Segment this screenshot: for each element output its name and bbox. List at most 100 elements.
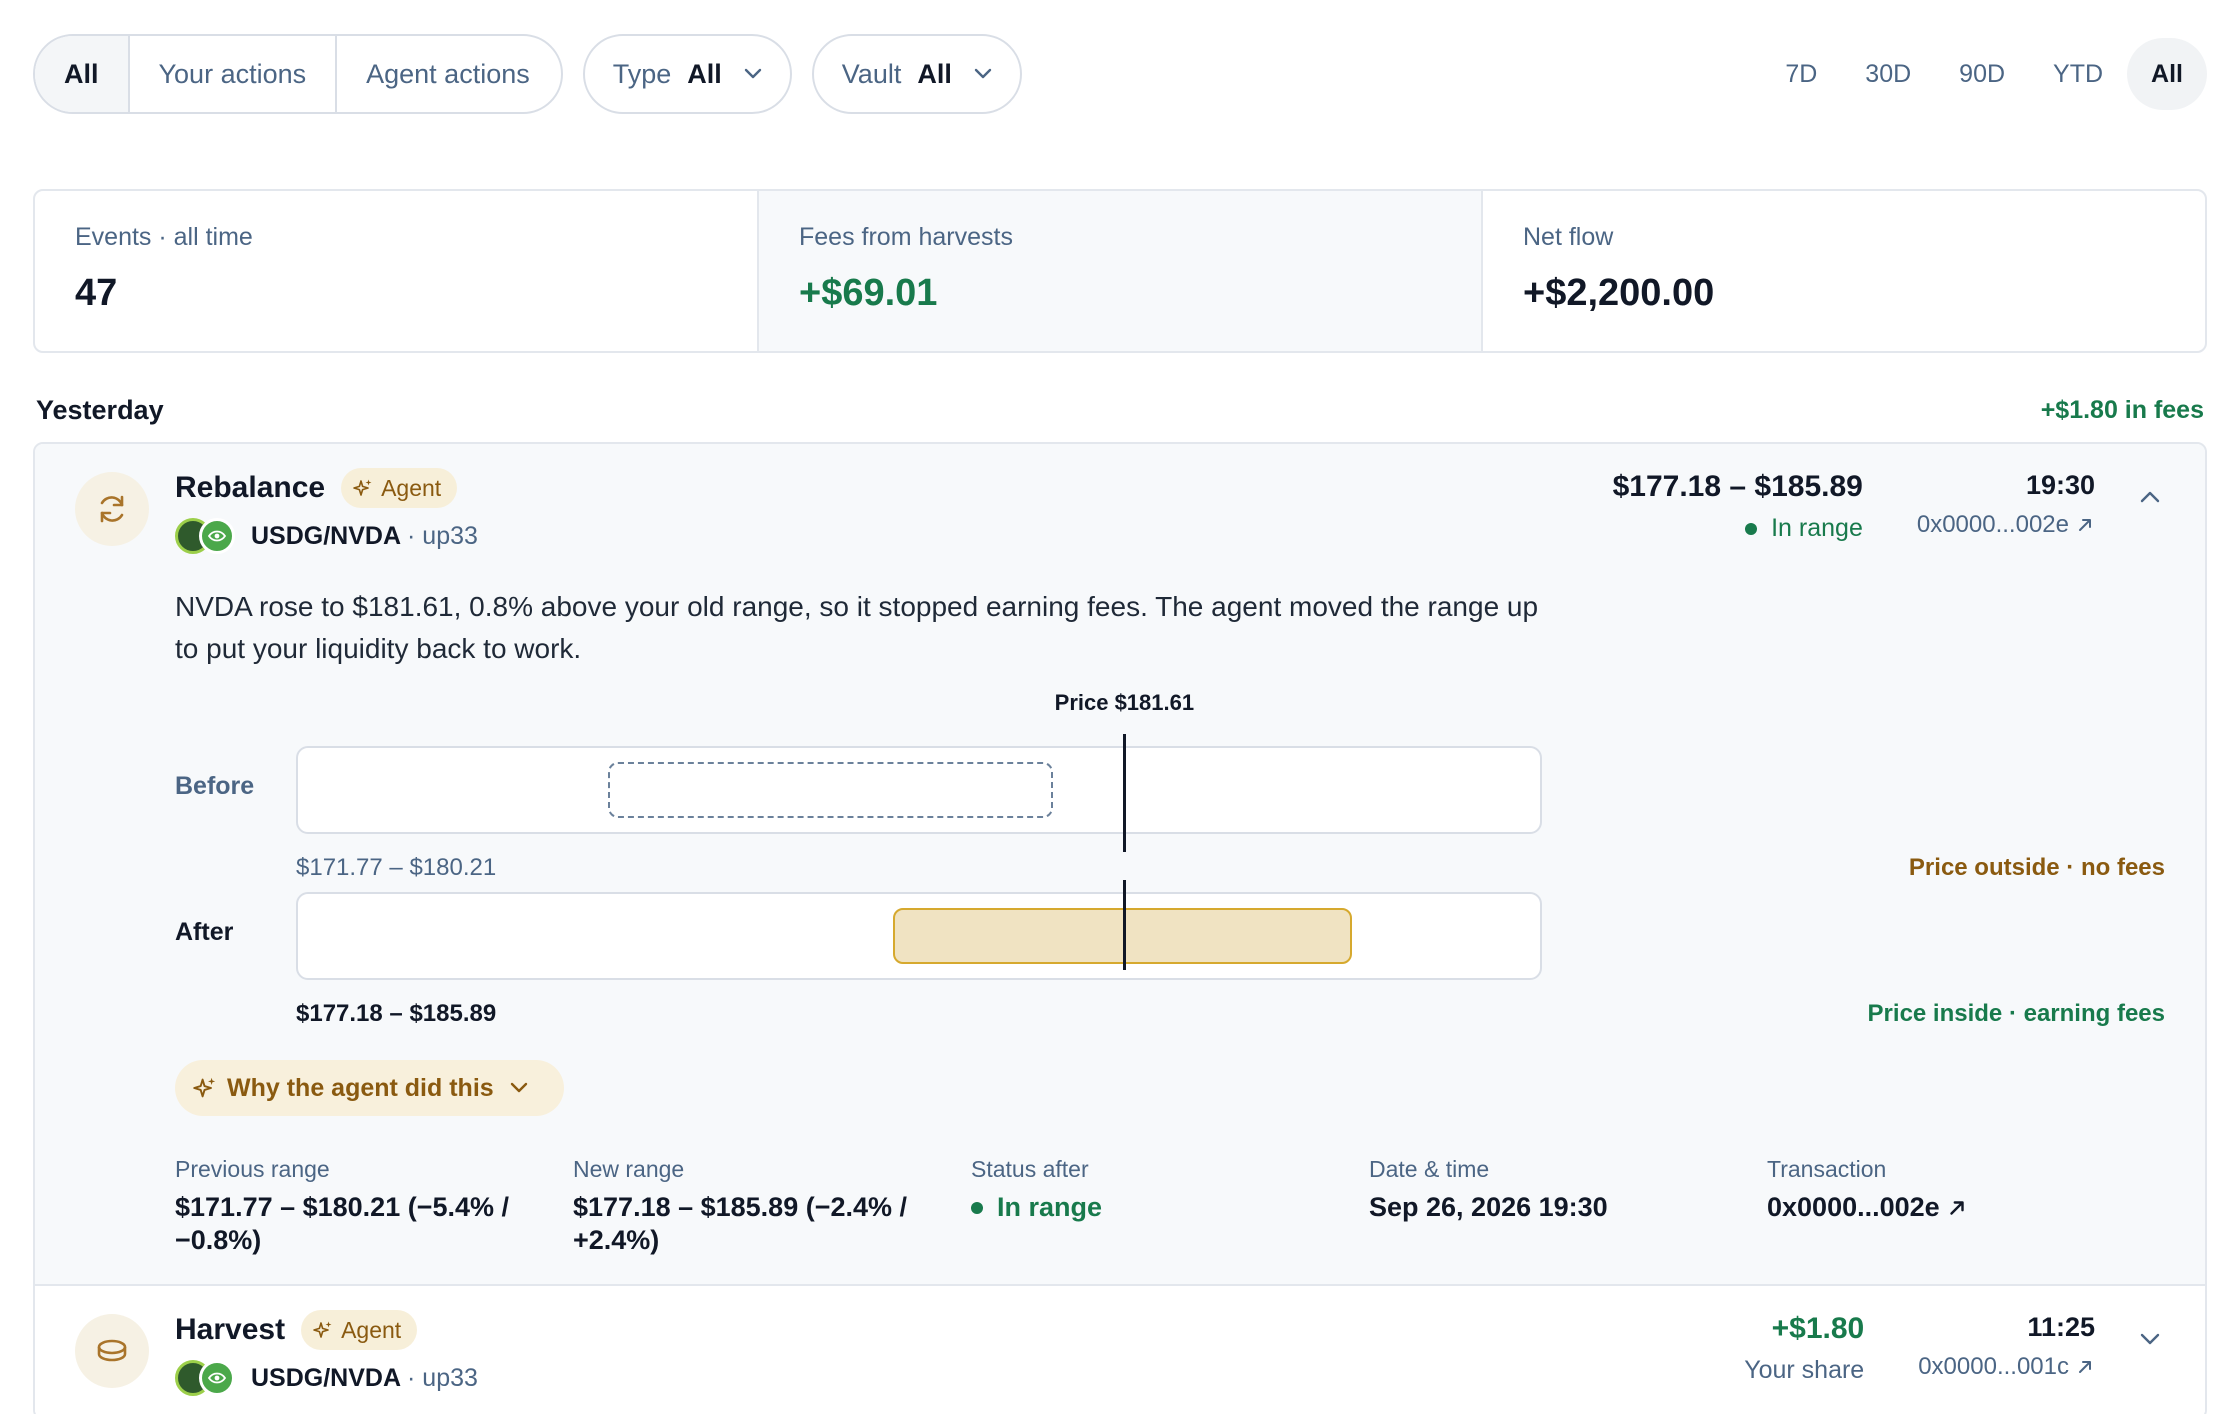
agent-badge: Agent (301, 1310, 418, 1350)
agent-badge-label: Agent (381, 474, 442, 501)
event-title: Rebalance (175, 471, 326, 504)
range-status: In range (1613, 514, 1863, 543)
day-header: Yesterday +$1.80 in fees (33, 395, 2207, 426)
day-fees-total: +$1.80 in fees (2040, 396, 2204, 424)
event-rebalance[interactable]: Rebalance Agent USDG/NVDA · up33 $177.18… (35, 444, 2205, 1286)
detail-value: $177.18 – $185.89 (−2.4% / +2.4%) (573, 1192, 908, 1255)
event-amount: +$1.80 Your share (1744, 1312, 1864, 1385)
sparkle-icon (313, 1321, 332, 1338)
detail-tx-hash: 0x0000...002e (1767, 1192, 1940, 1222)
stat-value: 47 (75, 272, 118, 314)
status-dot (1745, 522, 1758, 535)
detail-label: Previous range (175, 1156, 330, 1182)
status-dot (971, 1201, 983, 1214)
rebalance-icon (75, 472, 149, 546)
detail-label: Date & time (1369, 1156, 1490, 1182)
before-range-text: $171.77 – $180.21 (296, 854, 497, 881)
event-title: Harvest (175, 1313, 286, 1346)
stat-label: Events · all time (75, 223, 253, 251)
detail-label: New range (573, 1156, 685, 1182)
external-link-icon (2079, 519, 2091, 531)
period-90d[interactable]: 90D (1935, 38, 2029, 110)
token-pair-icons (175, 518, 237, 554)
expand-button[interactable] (2135, 1324, 2165, 1354)
chevron-down-icon (2140, 1333, 2160, 1345)
stat-value: +$69.01 (799, 272, 938, 314)
segment-all[interactable]: All (35, 36, 130, 112)
sparkle-icon (353, 479, 372, 496)
detail-previous-range: Previous range $171.77 – $180.21 (−5.4% … (175, 1156, 573, 1257)
filter-toolbar: All Your actions Agent actions Type All … (33, 34, 2207, 114)
detail-new-range: New range $177.18 – $185.89 (−2.4% / +2.… (573, 1156, 971, 1257)
after-row-label: After (175, 918, 234, 946)
detail-label: Status after (971, 1156, 1089, 1182)
event-list: Rebalance Agent USDG/NVDA · up33 $177.18… (33, 442, 2207, 1414)
event-summary: $177.18 – $185.89 In range 19:30 0x0000.… (1613, 470, 2165, 543)
period-selector: 7D 30D 90D YTD All (1761, 38, 2207, 110)
event-time-block: 19:30 0x0000...002e (1917, 470, 2095, 543)
segment-your-actions[interactable]: Your actions (130, 36, 338, 112)
nvda-token-icon (199, 1360, 235, 1396)
before-range-bar (608, 762, 1053, 818)
stat-events: Events · all time 47 (35, 191, 759, 351)
vault-dropdown-label: Vault (841, 58, 902, 89)
vault-dropdown-value: All (917, 58, 952, 89)
stat-label: Fees from harvests (799, 223, 1013, 251)
event-time-block: 11:25 0x0000...001c (1918, 1312, 2095, 1385)
agent-badge-label: Agent (341, 1316, 402, 1343)
day-title: Yesterday (36, 395, 164, 425)
chevron-up-icon (2140, 491, 2160, 503)
detail-status-text: In range (997, 1192, 1103, 1222)
chevron-down-icon (974, 68, 992, 79)
tx-link[interactable]: 0x0000...002e (1917, 511, 2095, 539)
event-time: 11:25 (2027, 1312, 2095, 1342)
stat-fees: Fees from harvests +$69.01 (759, 191, 1483, 351)
detail-transaction: Transaction 0x0000...002e (1767, 1156, 2165, 1257)
token-pair-icons (175, 1360, 237, 1396)
period-30d[interactable]: 30D (1841, 38, 1935, 110)
stat-label: Net flow (1523, 223, 1614, 251)
external-link-icon (2079, 1361, 2091, 1373)
harvest-amount: +$1.80 (1771, 1312, 1865, 1345)
price-marker-line (1123, 734, 1127, 852)
chevron-down-icon (744, 68, 761, 79)
tx-link[interactable]: 0x0000...001c (1918, 1353, 2095, 1381)
after-range-status: Price inside · earning fees (1867, 1000, 2165, 1027)
period-ytd[interactable]: YTD (2029, 38, 2127, 110)
agent-badge: Agent (341, 468, 458, 508)
tx-hash: 0x0000...002e (1916, 511, 2069, 538)
price-marker-line (1123, 880, 1127, 970)
event-time: 19:30 (2025, 470, 2095, 500)
before-track (296, 746, 1542, 834)
price-marker-label: Price $181.61 (1054, 690, 1195, 715)
before-row-label: Before (175, 772, 255, 800)
event-vault-id: · up33 (407, 521, 478, 550)
type-dropdown[interactable]: Type All (582, 34, 792, 114)
event-pair: USDG/NVDA (251, 1363, 402, 1392)
vault-dropdown[interactable]: Vault All (811, 34, 1022, 114)
period-7d[interactable]: 7D (1761, 38, 1841, 110)
detail-value: $171.77 – $180.21 (−5.4% / −0.8%) (175, 1192, 510, 1255)
collapse-button[interactable] (2135, 482, 2165, 512)
after-range-text: $177.18 – $185.89 (296, 1000, 497, 1027)
event-summary: +$1.80 Your share 11:25 0x0000...001c (1744, 1312, 2165, 1385)
period-all[interactable]: All (2127, 38, 2207, 110)
activity-page: All Your actions Agent actions Type All … (0, 0, 2240, 1414)
event-amount: $177.18 – $185.89 In range (1613, 470, 1863, 543)
segment-agent-actions[interactable]: Agent actions (337, 36, 561, 112)
detail-label: Transaction (1767, 1156, 1887, 1182)
event-pair: USDG/NVDA (251, 521, 402, 550)
why-agent-label: Why the agent did this (227, 1073, 494, 1102)
type-dropdown-label: Type (612, 58, 672, 89)
range-status-label: In range (1771, 514, 1863, 542)
detail-tx-link[interactable]: 0x0000...002e (1767, 1191, 2135, 1224)
before-range-status: Price outside · no fees (1908, 854, 2165, 881)
detail-value: Sep 26, 2026 19:30 (1369, 1192, 1608, 1222)
detail-value: In range (971, 1191, 1339, 1224)
stat-net-flow: Net flow +$2,200.00 (1483, 191, 2205, 351)
tx-hash: 0x0000...001c (1918, 1353, 2069, 1380)
why-agent-button[interactable]: Why the agent did this (175, 1060, 564, 1116)
nvda-token-icon (199, 518, 235, 554)
event-harvest[interactable]: Harvest Agent USDG/NVDA · up33 +$1.80 Yo… (35, 1286, 2205, 1414)
event-description: NVDA rose to $181.61, 0.8% above your ol… (175, 591, 1539, 664)
